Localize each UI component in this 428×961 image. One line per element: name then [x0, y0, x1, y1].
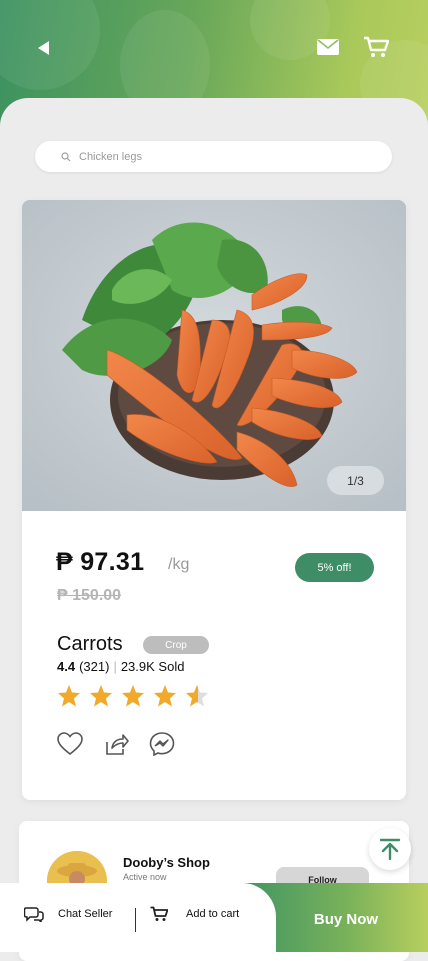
- messenger-icon[interactable]: [149, 732, 175, 756]
- star-half-icon: [186, 685, 208, 707]
- chat-icon: [24, 907, 44, 922]
- product-stats: 4.4 (321) | 23.9K Sold: [57, 659, 184, 674]
- price-unit: /kg: [168, 556, 190, 573]
- original-price: ₱ 150.00: [57, 587, 122, 604]
- star-full-icon: [58, 685, 80, 707]
- back-arrow-icon: [38, 41, 49, 55]
- product-image[interactable]: 1/3: [22, 200, 406, 511]
- stats-separator: |: [113, 659, 117, 674]
- mail-button[interactable]: [314, 36, 342, 58]
- arrow-up-to-top-icon: [379, 838, 401, 861]
- product-actions: [57, 732, 175, 756]
- rating-value: 4.4: [57, 659, 76, 674]
- image-counter: 1/3: [327, 466, 384, 495]
- star-rating: [57, 684, 209, 707]
- star-full-icon: [90, 685, 112, 707]
- chat-seller-button[interactable]: Chat Seller: [24, 906, 112, 922]
- share-icon[interactable]: [103, 732, 129, 756]
- add-to-cart-label: Add to cart: [186, 908, 240, 920]
- cart-icon: [364, 36, 389, 57]
- sold-count: 23.9K Sold: [120, 659, 185, 674]
- mail-icon: [317, 39, 339, 55]
- heart-icon[interactable]: [57, 732, 83, 756]
- cart-icon: [150, 906, 168, 921]
- add-to-cart-button[interactable]: Add to cart: [150, 906, 239, 922]
- carrots-photo: [22, 200, 406, 511]
- search-bar[interactable]: [35, 141, 392, 172]
- chat-seller-label: Chat Seller: [58, 908, 113, 920]
- scroll-to-top-button[interactable]: [369, 828, 411, 870]
- product-price: ₱ 97.31: [56, 548, 145, 576]
- category-tag[interactable]: Crop: [143, 636, 209, 654]
- product-card: 1/3 ₱ 97.31 /kg ₱ 150.00 5% off! Carrots…: [22, 200, 406, 800]
- review-count: (321): [79, 659, 110, 674]
- star-full-icon: [154, 685, 176, 707]
- star-full-icon: [122, 685, 144, 707]
- search-input[interactable]: [77, 149, 381, 164]
- back-button[interactable]: [32, 37, 54, 59]
- discount-badge: 5% off!: [295, 553, 374, 582]
- cart-button[interactable]: [361, 34, 391, 60]
- shop-status: Active now: [123, 872, 167, 882]
- bottom-bar-divider: [135, 908, 136, 932]
- buy-now-button[interactable]: Buy Now: [296, 906, 396, 932]
- shop-name[interactable]: Dooby’s Shop: [123, 855, 210, 870]
- search-icon: [61, 151, 71, 161]
- product-name: Carrots: [57, 633, 123, 655]
